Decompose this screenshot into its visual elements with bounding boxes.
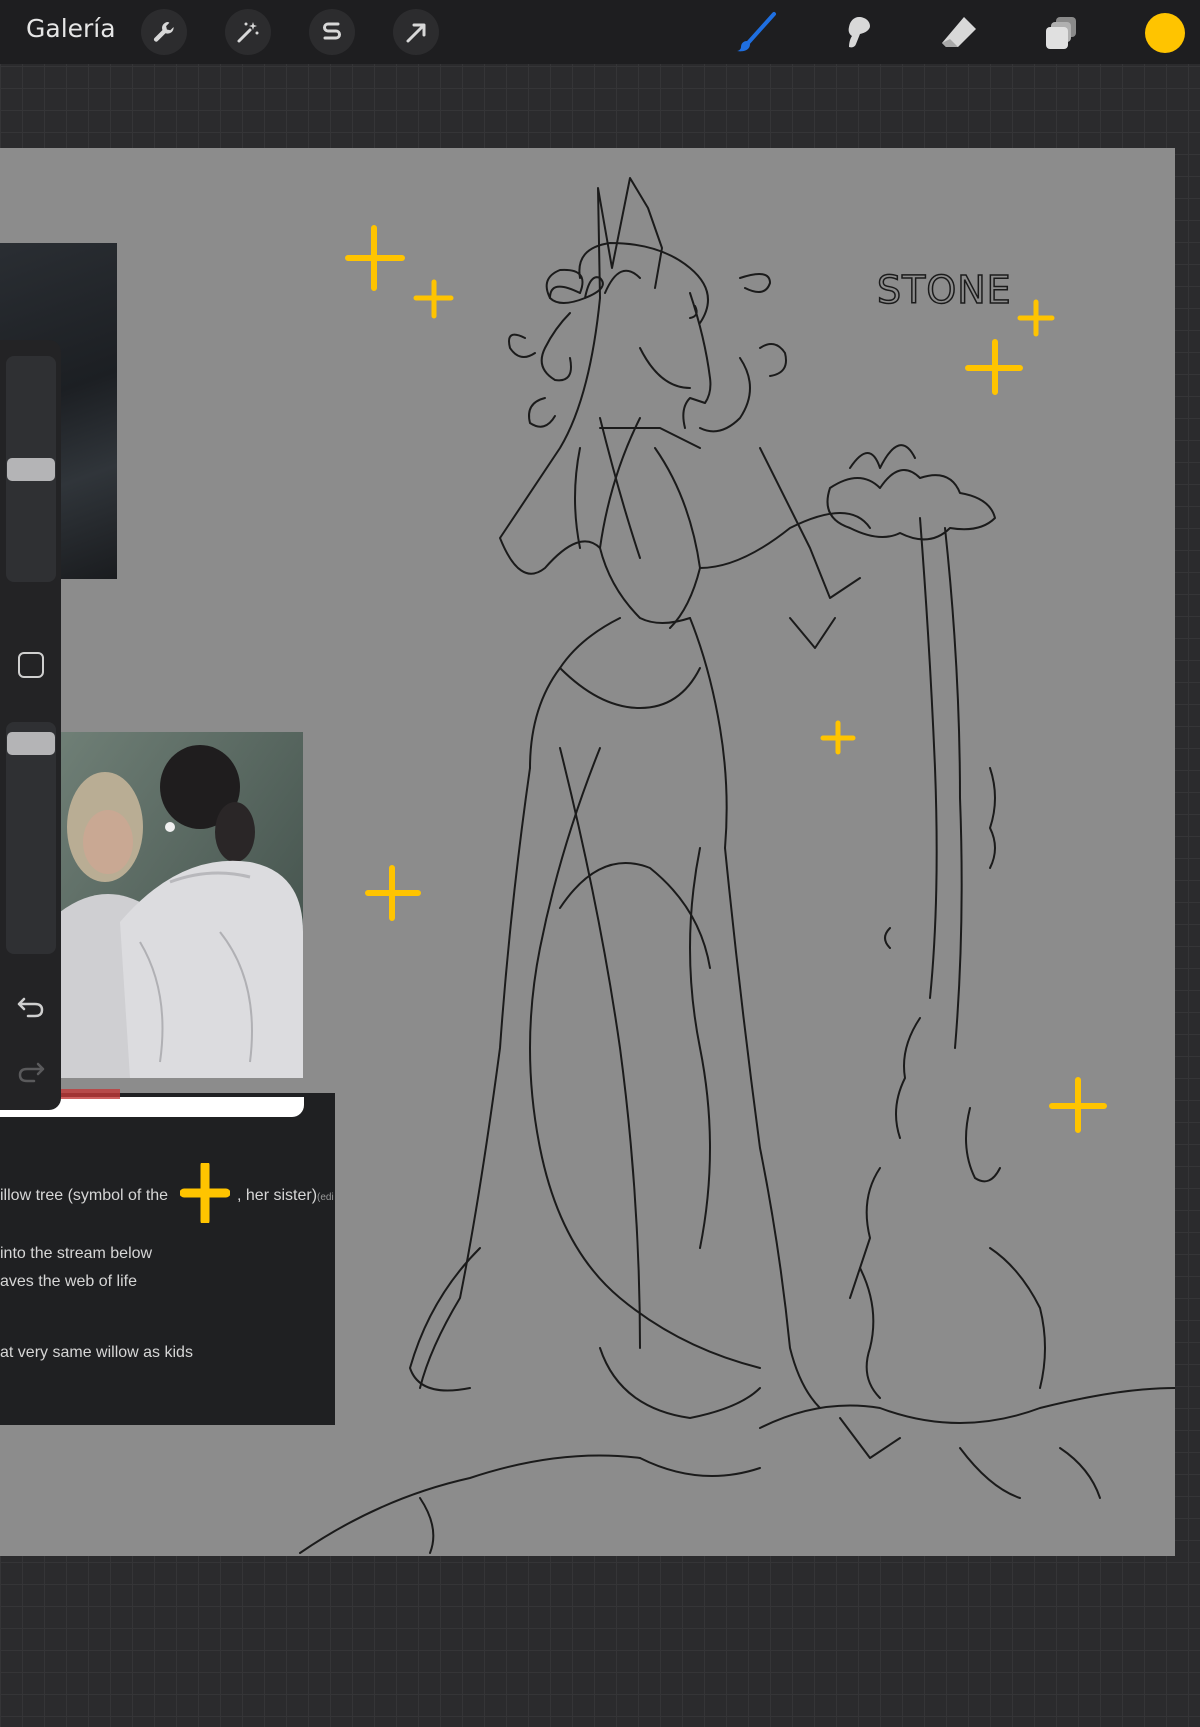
layers-button[interactable] [1039, 10, 1085, 56]
figure-sketch: STONE [299, 177, 1175, 1554]
top-toolbar: Galería [0, 0, 1200, 64]
brush-opacity-thumb[interactable] [7, 732, 55, 756]
smudge-icon [848, 17, 870, 48]
layers-icon [1046, 17, 1076, 49]
brush-tool-button[interactable] [733, 10, 779, 56]
brush-size-thumb[interactable] [7, 457, 55, 481]
selection-s-icon [323, 22, 341, 40]
left-sidebar [0, 340, 61, 1110]
sparkles [345, 225, 1107, 1133]
transform-arrow-icon [406, 23, 426, 43]
sketch-label-stone: STONE [877, 268, 1012, 312]
drawing-canvas[interactable]: illow tree (symbol of the , her sister) … [0, 148, 1175, 1556]
eraser-tool-button[interactable] [936, 10, 982, 56]
color-picker-button[interactable] [1145, 13, 1185, 53]
selection-button[interactable] [309, 9, 355, 55]
actions-button[interactable] [141, 9, 187, 55]
wrench-icon [153, 22, 174, 42]
redo-icon[interactable] [16, 1057, 46, 1087]
adjustments-button[interactable] [225, 9, 271, 55]
brush-icon [737, 12, 776, 52]
magic-wand-icon [237, 22, 259, 43]
smudge-tool-button[interactable] [834, 10, 880, 56]
undo-icon[interactable] [16, 992, 46, 1022]
transform-button[interactable] [393, 9, 439, 55]
gallery-button[interactable]: Galería [26, 14, 116, 43]
sparkle-over-text [180, 1163, 230, 1223]
modify-square-icon[interactable] [18, 652, 44, 678]
eraser-icon [942, 17, 976, 47]
brush-opacity-slider[interactable] [6, 722, 56, 954]
